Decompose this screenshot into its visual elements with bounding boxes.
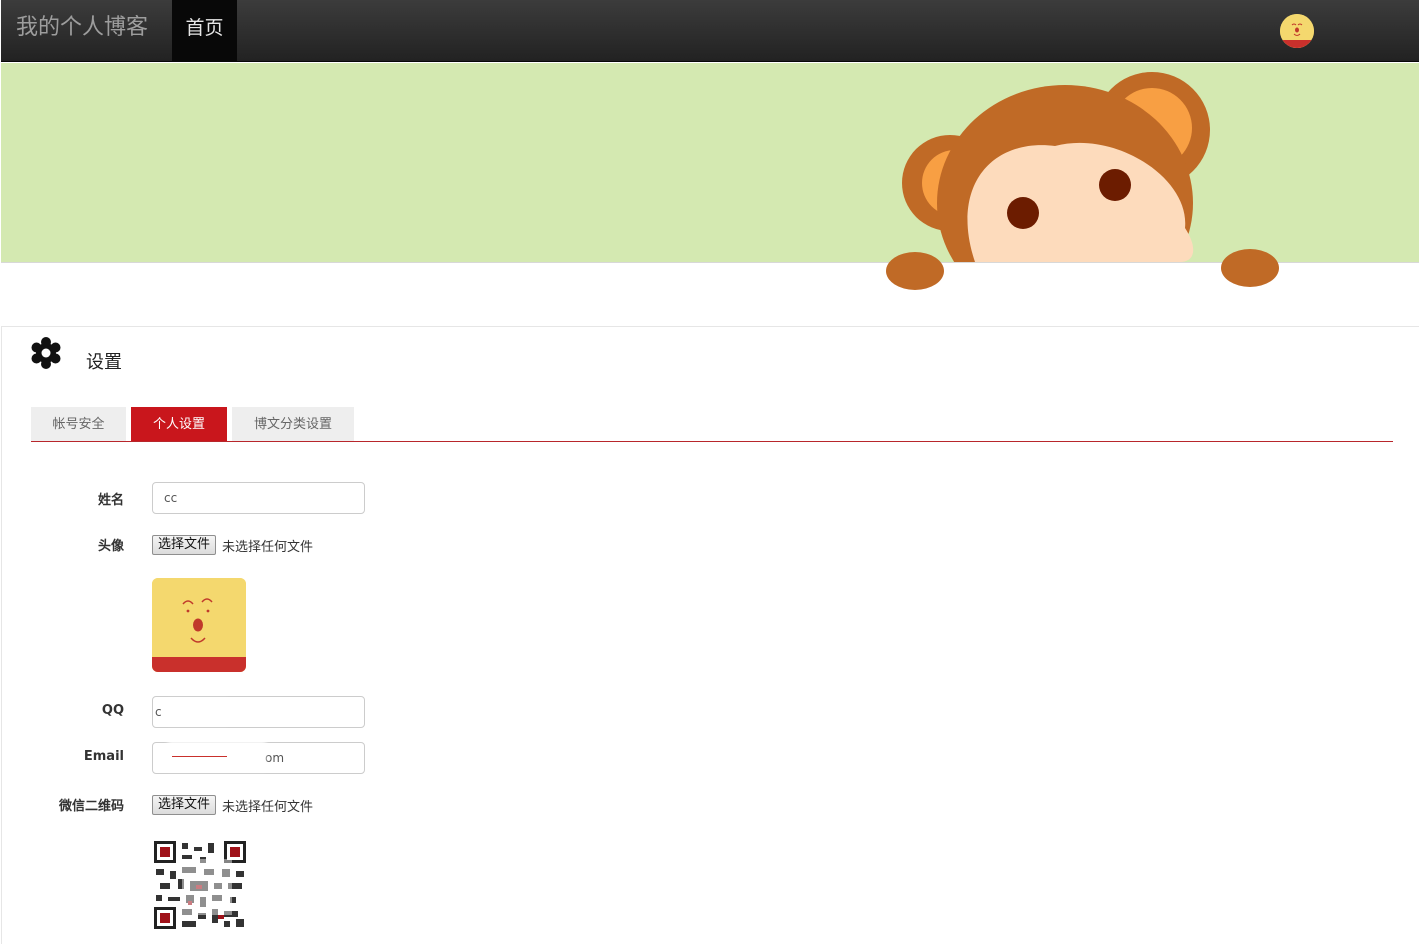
gear-icon xyxy=(31,337,61,369)
tab-personal-settings[interactable]: 个人设置 xyxy=(131,407,227,442)
qq-redaction xyxy=(168,700,228,724)
email-redaction xyxy=(168,740,266,770)
wechat-file-status: 未选择任何文件 xyxy=(222,800,314,815)
name-label: 姓名 xyxy=(97,493,124,508)
avatar-label: 头像 xyxy=(97,539,124,554)
wechat-choose-file-button[interactable]: 选择文件 xyxy=(152,795,217,815)
email-label: Email xyxy=(83,749,124,764)
avatar-file-status: 未选择任何文件 xyxy=(222,540,314,555)
user-avatar[interactable] xyxy=(1280,14,1314,48)
settings-title: 设置 xyxy=(86,352,122,373)
wechat-qr-label: 微信二维码 xyxy=(58,799,124,814)
bear-avatar-image xyxy=(152,578,246,672)
bear-face-icon xyxy=(1280,14,1314,48)
tab-account-security[interactable]: 帐号安全 xyxy=(31,407,126,442)
top-navbar: 我的个人博客 首页 xyxy=(1,0,1419,62)
nav-home-link[interactable]: 首页 xyxy=(172,0,237,62)
avatar-preview xyxy=(152,578,246,672)
tabs-underline xyxy=(31,441,1393,442)
name-input[interactable]: cc xyxy=(152,482,365,514)
avatar-choose-file-button[interactable]: 选择文件 xyxy=(152,535,217,555)
wechat-qr-code-image xyxy=(152,839,248,931)
qq-label: QQ xyxy=(101,703,124,718)
tab-blog-category-settings[interactable]: 博文分类设置 xyxy=(232,407,354,442)
monkey-illustration xyxy=(880,72,1290,298)
brand-title[interactable]: 我的个人博客 xyxy=(16,14,148,42)
email-redaction-mark xyxy=(172,756,227,757)
